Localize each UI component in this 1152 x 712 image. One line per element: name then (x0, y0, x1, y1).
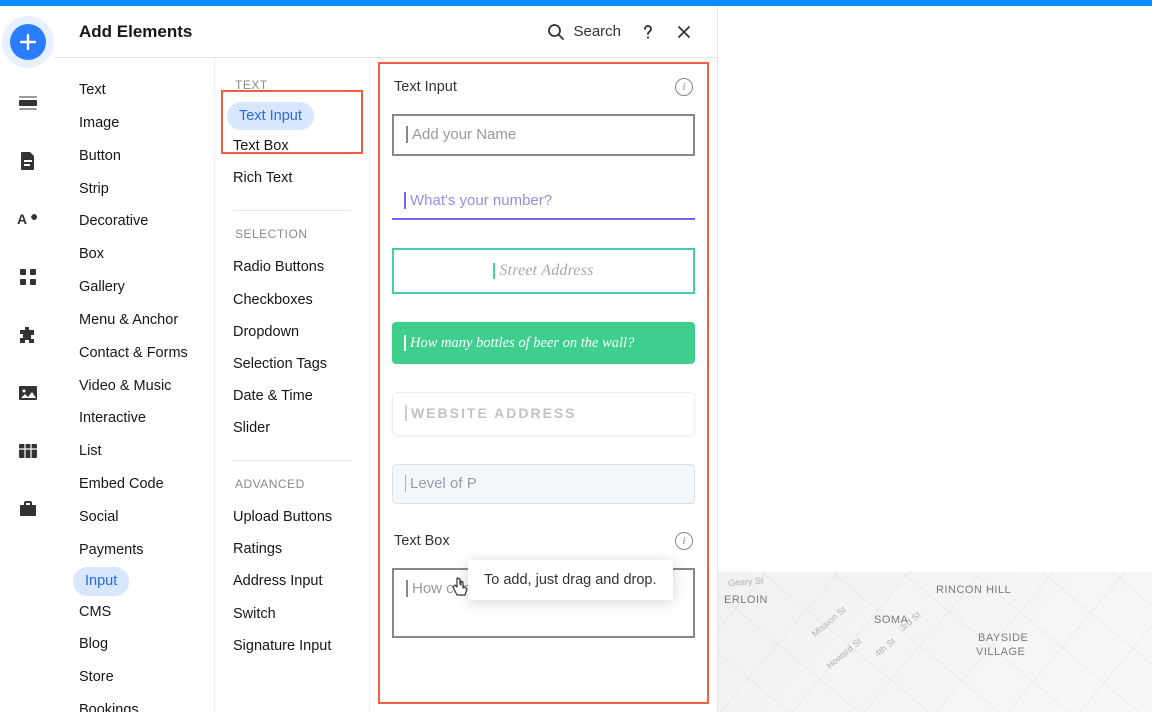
demo-number-input[interactable]: What's your number? (392, 184, 695, 220)
cursor-pointer-icon (450, 576, 470, 605)
map-street-label: Geary St (728, 576, 764, 588)
business-icon[interactable] (13, 494, 43, 524)
subcategory-slider[interactable]: Slider (215, 412, 369, 444)
subcategory-rich-text[interactable]: Rich Text (215, 162, 369, 194)
info-icon[interactable]: i (675, 78, 693, 96)
categories-list: Text Image Button Strip Decorative Box G… (55, 58, 215, 712)
demo-name-input[interactable]: Add your Name (392, 114, 695, 156)
media-icon[interactable] (13, 378, 43, 408)
subcategory-selection-tags[interactable]: Selection Tags (215, 348, 369, 380)
category-strip[interactable]: Strip (55, 173, 214, 206)
subcategory-radio-buttons[interactable]: Radio Buttons (215, 251, 369, 283)
preview-text-input-label: Text Input (394, 79, 457, 95)
preview-column: Text Input i Add your Name What's your n… (370, 58, 717, 712)
map-preview: ERLOINRINCON HILLSOMABAYSIDEVILLAGEGeary… (718, 572, 1152, 712)
category-list[interactable]: List (55, 435, 214, 468)
page-icon[interactable] (13, 146, 43, 176)
add-elements-button[interactable] (10, 24, 46, 60)
category-store[interactable]: Store (55, 661, 214, 694)
category-cms[interactable]: CMS (55, 596, 214, 629)
subcategory-date-time[interactable]: Date & Time (215, 380, 369, 412)
help-icon (639, 23, 657, 41)
section-icon[interactable] (13, 88, 43, 118)
svg-text:A: A (17, 211, 27, 227)
map-street-label: 4th St (873, 636, 897, 659)
category-box[interactable]: Box (55, 238, 214, 271)
subcategory-upload-buttons[interactable]: Upload Buttons (215, 501, 369, 533)
map-label: RINCON HILL (936, 584, 1011, 596)
left-tool-rail: A (0, 6, 55, 712)
demo-bottles-input[interactable]: How many bottles of beer on the wall? (392, 322, 695, 364)
category-video-music[interactable]: Video & Music (55, 370, 214, 403)
subcategory-checkboxes[interactable]: Checkboxes (215, 284, 369, 316)
subgroup-selection-label: SELECTION (215, 227, 369, 251)
subcategory-signature-input[interactable]: Signature Input (215, 630, 369, 662)
preview-frame: Text Input i Add your Name What's your n… (378, 62, 709, 704)
puzzle-icon[interactable] (13, 320, 43, 350)
category-social[interactable]: Social (55, 501, 214, 534)
search-icon (547, 23, 565, 41)
category-image[interactable]: Image (55, 107, 214, 140)
search-label: Search (573, 23, 621, 40)
subcategory-list: TEXT Text Input Text Box Rich Text SELEC… (215, 58, 370, 712)
category-gallery[interactable]: Gallery (55, 271, 214, 304)
demo-level-input[interactable]: Level of P (392, 464, 695, 504)
category-input[interactable]: Input (73, 567, 129, 596)
panel-header: Add Elements Search (55, 6, 717, 58)
data-icon[interactable] (13, 436, 43, 466)
category-decorative[interactable]: Decorative (55, 205, 214, 238)
close-icon (676, 24, 692, 40)
subcategory-text-box[interactable]: Text Box (215, 130, 369, 162)
panel-title: Add Elements (79, 22, 547, 42)
map-street-label: Mission St (810, 604, 848, 638)
demo-website-input[interactable]: WEBSITE ADDRESS (392, 392, 695, 436)
canvas-area[interactable]: ERLOINRINCON HILLSOMABAYSIDEVILLAGEGeary… (718, 6, 1152, 712)
info-icon[interactable]: i (675, 532, 693, 550)
category-payments[interactable]: Payments (55, 534, 214, 567)
add-elements-panel: Add Elements Search Text Image Button St… (55, 6, 718, 712)
map-label: VILLAGE (976, 646, 1025, 658)
category-bookings[interactable]: Bookings (55, 694, 214, 712)
subcategory-ratings[interactable]: Ratings (215, 533, 369, 565)
category-embed-code[interactable]: Embed Code (55, 468, 214, 501)
subgroup-text-label: TEXT (215, 78, 369, 102)
map-street-label: Howard St (825, 636, 864, 671)
subcategory-switch[interactable]: Switch (215, 598, 369, 630)
subcategory-text-input[interactable]: Text Input (227, 102, 314, 130)
category-menu-anchor[interactable]: Menu & Anchor (55, 304, 214, 337)
category-blog[interactable]: Blog (55, 628, 214, 661)
drag-drop-tooltip: To add, just drag and drop. (468, 560, 673, 600)
category-button[interactable]: Button (55, 140, 214, 173)
map-label: BAYSIDE (978, 632, 1028, 644)
subcategory-dropdown[interactable]: Dropdown (215, 316, 369, 348)
search-button[interactable]: Search (547, 23, 621, 41)
subgroup-advanced-label: ADVANCED (215, 477, 369, 501)
design-icon[interactable]: A (13, 204, 43, 234)
apps-icon[interactable] (13, 262, 43, 292)
category-text[interactable]: Text (55, 74, 214, 107)
category-contact-forms[interactable]: Contact & Forms (55, 337, 214, 370)
preview-text-box-label: Text Box (394, 533, 450, 549)
close-button[interactable] (675, 23, 693, 41)
category-interactive[interactable]: Interactive (55, 402, 214, 435)
map-label: ERLOIN (724, 594, 768, 606)
help-button[interactable] (639, 23, 657, 41)
subcategory-address-input[interactable]: Address Input (215, 565, 369, 597)
demo-street-input[interactable]: Street Address (392, 248, 695, 294)
